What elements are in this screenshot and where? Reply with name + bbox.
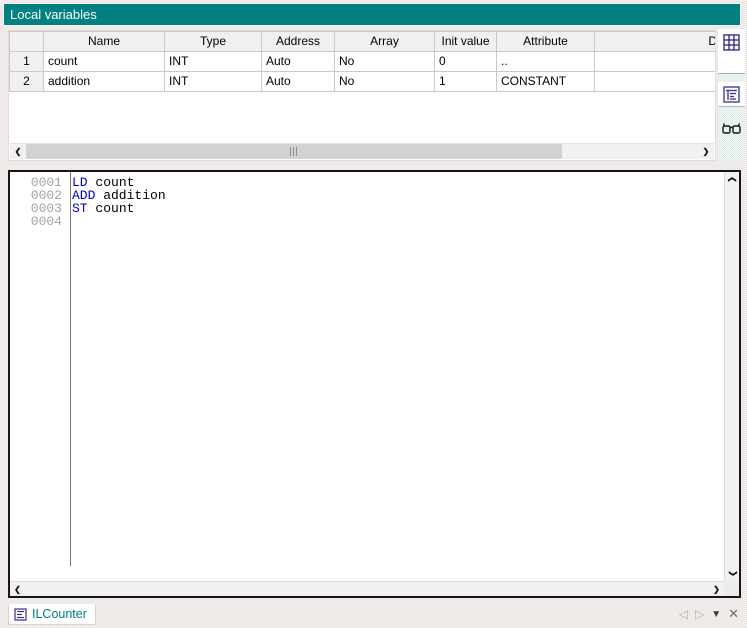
cell-address[interactable]: Auto (262, 52, 335, 72)
row-selector[interactable]: 1 (10, 52, 44, 72)
editor-vscrollbar[interactable]: ❮ ❮ (724, 172, 739, 581)
scroll-right-button[interactable]: ❯ (698, 144, 714, 159)
cell-name[interactable]: addition (44, 72, 165, 92)
pane-title-label: Local variables (10, 7, 97, 22)
col-header-type[interactable]: Type (165, 32, 262, 52)
tab-label: ILCounter (32, 607, 87, 621)
col-header-array[interactable]: Array (335, 32, 435, 52)
pane-title: Local variables (3, 3, 741, 26)
code-text-area[interactable]: 0001 LD count 0002 ADD addition 0003 ST … (10, 172, 724, 581)
local-variables-panel: Name Type Address Array Init value Attri… (8, 30, 716, 161)
grid-view-button[interactable] (718, 29, 745, 74)
variables-hscrollbar[interactable]: ❮ ❯ (10, 143, 714, 159)
code-text: ST count (67, 202, 134, 215)
gutter-separator (70, 172, 71, 566)
binoculars-button[interactable] (718, 117, 745, 142)
view-toolbar (718, 29, 746, 161)
document-tab-bar: ILCounter ◁ ▷ ▼ ✕ (0, 598, 747, 628)
cell-array[interactable]: No (335, 72, 435, 92)
close-tab-icon[interactable]: ✕ (728, 606, 739, 622)
binoculars-icon (722, 122, 741, 142)
code-line: 0004 (10, 215, 724, 228)
program-tab-icon (14, 608, 27, 621)
form-view-button[interactable] (718, 82, 745, 107)
chevron-up-icon: ❮ (727, 176, 736, 183)
scroll-down-button[interactable]: ❮ (725, 566, 740, 581)
cell-array[interactable]: No (335, 52, 435, 72)
code-line: 0003 ST count (10, 202, 724, 215)
scroll-track[interactable] (26, 144, 698, 159)
row-selector[interactable]: 2 (10, 72, 44, 92)
cell-address[interactable]: Auto (262, 72, 335, 92)
chevron-left-icon: ❮ (15, 147, 22, 156)
scroll-right-button[interactable]: ❯ (709, 582, 724, 597)
col-header-init-value[interactable]: Init value (435, 32, 497, 52)
cell-init-value[interactable]: 1 (435, 72, 497, 92)
tab-menu-icon[interactable]: ▼ (711, 609, 721, 620)
scroll-left-button[interactable]: ❮ (10, 582, 25, 597)
cell-type[interactable]: INT (165, 72, 262, 92)
cell-attribute[interactable]: CONSTANT (497, 72, 595, 92)
il-code-editor: 0001 LD count 0002 ADD addition 0003 ST … (8, 170, 741, 598)
prev-tab-icon[interactable]: ◁ (679, 607, 688, 621)
cell-init-value[interactable]: 0 (435, 52, 497, 72)
tab-ilcounter[interactable]: ILCounter (8, 604, 96, 625)
next-tab-icon[interactable]: ▷ (695, 607, 704, 621)
cell-name[interactable]: count (44, 52, 165, 72)
col-header-address[interactable]: Address (262, 32, 335, 52)
chevron-right-icon: ❯ (713, 585, 720, 594)
line-number: 0004 (10, 215, 67, 228)
editor-hscrollbar[interactable]: ❮ ❯ (10, 581, 724, 596)
cell-type[interactable]: INT (165, 52, 262, 72)
scrollbar-grip-icon (290, 147, 298, 156)
col-header-name[interactable]: Name (44, 32, 165, 52)
col-header-description[interactable]: D (595, 32, 716, 52)
scroll-thumb[interactable] (26, 144, 562, 159)
cell-description[interactable] (595, 52, 716, 72)
col-header-rownum[interactable] (10, 32, 44, 52)
scrollbar-corner (724, 581, 739, 596)
col-header-attribute[interactable]: Attribute (497, 32, 595, 52)
chevron-left-icon: ❮ (14, 585, 21, 594)
cell-description[interactable] (595, 72, 716, 92)
chevron-down-icon: ❮ (727, 570, 736, 577)
form-view-icon (723, 86, 740, 106)
scroll-left-button[interactable]: ❮ (10, 144, 26, 159)
cell-attribute[interactable]: .. (497, 52, 595, 72)
grid-view-icon (723, 34, 740, 73)
scroll-up-button[interactable]: ❮ (725, 172, 740, 187)
variables-table: Name Type Address Array Init value Attri… (9, 31, 716, 92)
chevron-right-icon: ❯ (703, 147, 710, 156)
tab-navigation: ◁ ▷ ▼ ✕ (679, 606, 739, 622)
